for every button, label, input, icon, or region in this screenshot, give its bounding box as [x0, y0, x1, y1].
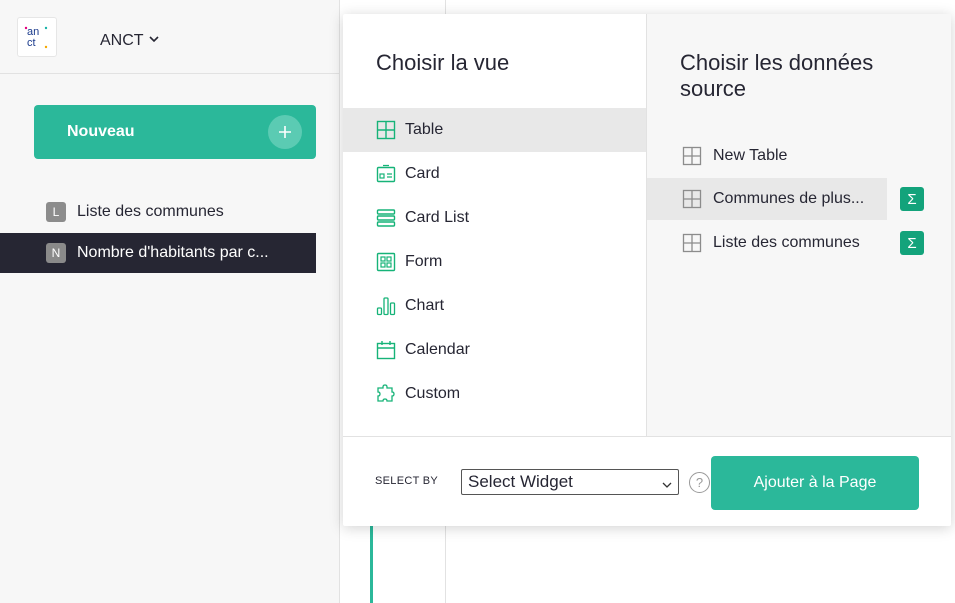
page-item-label: Liste des communes — [77, 203, 224, 220]
view-option-label: Table — [405, 121, 444, 138]
view-option-label: Calendar — [405, 341, 470, 358]
view-option-form[interactable]: Form — [343, 240, 646, 284]
app-header: an ct ANCT — [0, 0, 340, 74]
view-option-label: Card List — [405, 209, 470, 226]
org-logo[interactable]: an ct — [17, 17, 57, 57]
view-option-label: Form — [405, 253, 443, 270]
summary-table-button[interactable]: Σ — [900, 231, 924, 255]
popup-footer: SELECT BY Select Widget ? Ajouter à la P… — [343, 436, 951, 526]
source-option-label: Liste des communes — [713, 234, 860, 251]
anct-logo-icon: an ct — [24, 26, 48, 49]
summary-table-button[interactable]: Σ — [900, 187, 924, 211]
table-icon — [681, 188, 703, 210]
page-item-nombre-habitants[interactable]: N Nombre d'habitants par c... — [0, 233, 316, 273]
left-sidebar: an ct ANCT Nouveau L Liste des communes … — [0, 0, 340, 603]
view-option-table[interactable]: Table — [343, 108, 646, 152]
source-title-line1: Choisir les données — [680, 50, 874, 75]
page-item-label: Nombre d'habitants par c... — [77, 244, 269, 261]
view-option-card-list[interactable]: Card List — [343, 196, 646, 240]
view-option-custom[interactable]: Custom — [343, 372, 646, 416]
org-name[interactable]: ANCT — [100, 32, 144, 50]
source-option-new-table[interactable]: New Table — [681, 135, 921, 177]
add-to-page-button[interactable]: Ajouter à la Page — [711, 456, 919, 510]
view-option-label: Custom — [405, 385, 461, 402]
table-icon — [375, 119, 397, 141]
view-chooser-title: Choisir la vue — [376, 50, 510, 75]
view-option-calendar[interactable]: Calendar — [343, 328, 646, 372]
card-icon — [375, 163, 397, 185]
add-widget-popup: Choisir la vue Table Card Card List Form — [343, 14, 951, 526]
source-chooser-title: Choisir les données source — [680, 50, 873, 102]
source-option-label: Communes de plus... — [713, 190, 865, 207]
table-icon — [681, 145, 703, 167]
svg-text:ct: ct — [27, 37, 36, 49]
view-chooser-column: Choisir la vue Table Card Card List Form — [343, 14, 646, 436]
select-widget-dropdown[interactable]: Select Widget — [461, 469, 679, 495]
source-title-line2: source — [680, 76, 747, 101]
view-option-card[interactable]: Card — [343, 152, 646, 196]
source-option-communes-de-plus[interactable]: Communes de plus... — [647, 178, 887, 220]
table-icon — [681, 232, 703, 254]
chevron-down-icon — [661, 476, 673, 496]
help-icon[interactable]: ? — [689, 472, 710, 493]
view-option-chart[interactable]: Chart — [343, 284, 646, 328]
new-button-label: Nouveau — [67, 123, 135, 140]
page-item-liste-des-communes[interactable]: L Liste des communes — [0, 192, 316, 232]
plus-icon — [268, 115, 302, 149]
source-option-liste-des-communes[interactable]: Liste des communes — [681, 222, 921, 264]
select-widget-value: Select Widget — [468, 472, 573, 491]
new-button[interactable]: Nouveau — [34, 105, 316, 159]
calendar-icon — [375, 339, 397, 361]
view-option-label: Card — [405, 165, 440, 182]
view-option-label: Chart — [405, 297, 445, 314]
source-option-label: New Table — [713, 147, 788, 164]
page-letter-badge: N — [46, 243, 66, 263]
page-letter-badge: L — [46, 202, 66, 222]
source-chooser-column: Choisir les données source New Table Com… — [646, 14, 951, 436]
selected-section-indicator — [370, 520, 373, 603]
chart-icon — [375, 295, 397, 317]
chevron-down-icon[interactable] — [148, 32, 160, 50]
card-list-icon — [375, 207, 397, 229]
form-icon — [375, 251, 397, 273]
select-by-label: SELECT BY — [375, 475, 439, 487]
custom-icon — [375, 383, 397, 405]
